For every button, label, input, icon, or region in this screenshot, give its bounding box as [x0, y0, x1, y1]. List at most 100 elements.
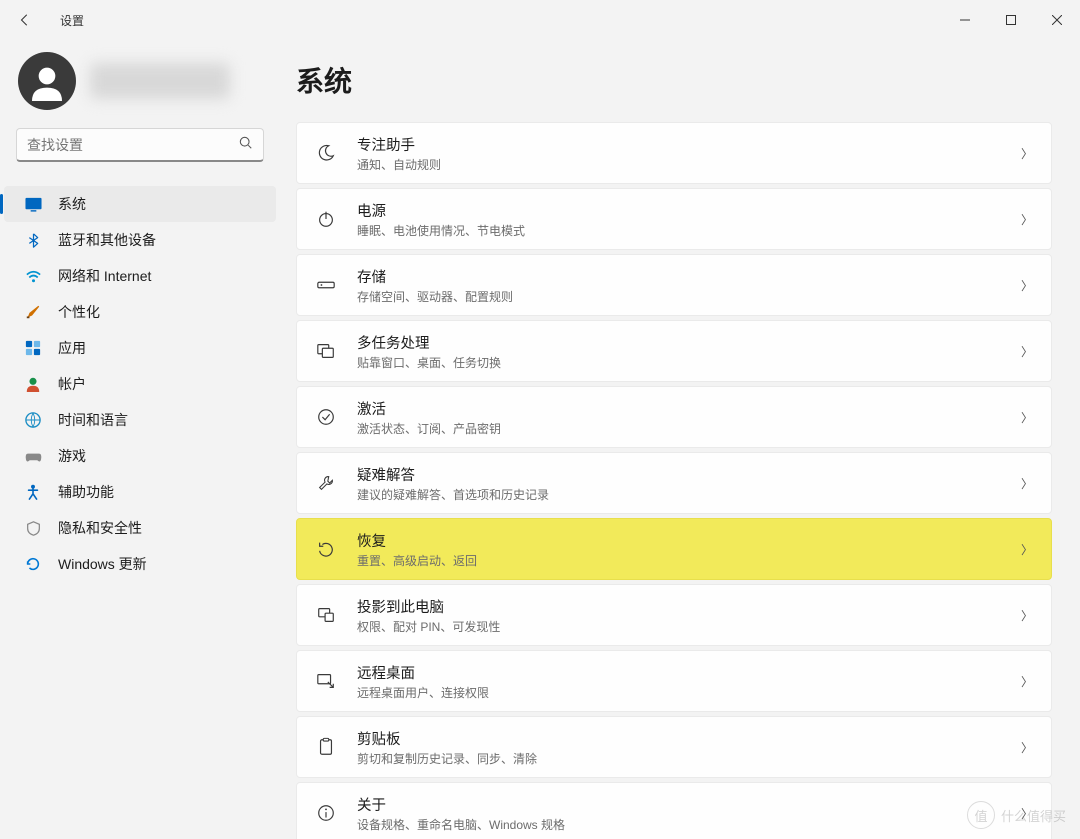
card-title: 存储	[357, 266, 1001, 287]
card-desc: 权限、配对 PIN、可发现性	[357, 618, 1001, 635]
card-title: 激活	[357, 398, 1001, 419]
card-texts: 剪贴板 剪切和复制历史记录、同步、清除	[357, 728, 1001, 767]
card-recovery[interactable]: 恢复 重置、高级启动、返回 〉	[296, 518, 1052, 580]
sidebar-item-apps[interactable]: 应用	[4, 330, 276, 366]
recovery-icon	[315, 538, 337, 560]
chevron-right-icon: 〉	[1021, 475, 1033, 492]
card-desc: 设备规格、重命名电脑、Windows 规格	[357, 816, 1001, 833]
chevron-right-icon: 〉	[1021, 343, 1033, 360]
content: 系统 专注助手 通知、自动规则 〉 电源 睡眠、电池使用情况、节电模式 〉	[280, 40, 1080, 839]
card-clipboard[interactable]: 剪贴板 剪切和复制历史记录、同步、清除 〉	[296, 716, 1052, 778]
card-title: 投影到此电脑	[357, 596, 1001, 617]
chevron-right-icon: 〉	[1021, 541, 1033, 558]
card-desc: 激活状态、订阅、产品密钥	[357, 420, 1001, 437]
card-desc: 建议的疑难解答、首选项和历史记录	[357, 486, 1001, 503]
titlebar-left: 设置	[10, 5, 84, 35]
card-desc: 存储空间、驱动器、配置规则	[357, 288, 1001, 305]
shield-icon	[24, 519, 42, 537]
card-storage[interactable]: 存储 存储空间、驱动器、配置规则 〉	[296, 254, 1052, 316]
card-texts: 远程桌面 远程桌面用户、连接权限	[357, 662, 1001, 701]
watermark-badge: 值	[967, 801, 995, 829]
chevron-right-icon: 〉	[1021, 409, 1033, 426]
sidebar-item-windows-update[interactable]: Windows 更新	[4, 546, 276, 582]
accessibility-icon	[24, 483, 42, 501]
account-header[interactable]	[0, 52, 280, 128]
card-about[interactable]: 关于 设备规格、重命名电脑、Windows 规格 〉	[296, 782, 1052, 839]
chevron-right-icon: 〉	[1021, 145, 1033, 162]
card-desc: 贴靠窗口、桌面、任务切换	[357, 354, 1001, 371]
watermark: 值 什么值得买	[967, 801, 1066, 829]
sidebar: 系统 蓝牙和其他设备 网络和 Internet 个性化	[0, 40, 280, 839]
brush-icon	[24, 303, 42, 321]
card-remote-desktop[interactable]: 远程桌面 远程桌面用户、连接权限 〉	[296, 650, 1052, 712]
sidebar-item-label: 应用	[58, 338, 86, 358]
card-power[interactable]: 电源 睡眠、电池使用情况、节电模式 〉	[296, 188, 1052, 250]
watermark-text: 什么值得买	[1001, 806, 1066, 825]
chevron-right-icon: 〉	[1021, 277, 1033, 294]
card-desc: 睡眠、电池使用情况、节电模式	[357, 222, 1001, 239]
sidebar-item-accessibility[interactable]: 辅助功能	[4, 474, 276, 510]
card-desc: 远程桌面用户、连接权限	[357, 684, 1001, 701]
card-projecting[interactable]: 投影到此电脑 权限、配对 PIN、可发现性 〉	[296, 584, 1052, 646]
card-texts: 疑难解答 建议的疑难解答、首选项和历史记录	[357, 464, 1001, 503]
sidebar-item-label: 系统	[58, 194, 86, 214]
card-focus-assist[interactable]: 专注助手 通知、自动规则 〉	[296, 122, 1052, 184]
sidebar-item-network[interactable]: 网络和 Internet	[4, 258, 276, 294]
minimize-button[interactable]	[942, 1, 988, 39]
sidebar-item-label: 个性化	[58, 302, 100, 322]
card-troubleshoot[interactable]: 疑难解答 建议的疑难解答、首选项和历史记录 〉	[296, 452, 1052, 514]
card-title: 电源	[357, 200, 1001, 221]
sidebar-item-accounts[interactable]: 帐户	[4, 366, 276, 402]
card-desc: 通知、自动规则	[357, 156, 1001, 173]
chevron-right-icon: 〉	[1021, 673, 1033, 690]
card-title: 恢复	[357, 530, 1001, 551]
bluetooth-icon	[24, 231, 42, 249]
card-title: 远程桌面	[357, 662, 1001, 683]
search-icon	[229, 136, 263, 153]
maximize-button[interactable]	[988, 1, 1034, 39]
search-box[interactable]	[16, 128, 264, 162]
chevron-right-icon: 〉	[1021, 211, 1033, 228]
back-button[interactable]	[10, 5, 40, 35]
info-icon	[315, 802, 337, 824]
window-title: 设置	[60, 12, 84, 29]
sidebar-item-privacy[interactable]: 隐私和安全性	[4, 510, 276, 546]
close-button[interactable]	[1034, 1, 1080, 39]
remote-desktop-icon	[315, 670, 337, 692]
wrench-icon	[315, 472, 337, 494]
card-title: 多任务处理	[357, 332, 1001, 353]
system-icon	[24, 195, 42, 213]
search-wrap	[0, 128, 280, 182]
clipboard-icon	[315, 736, 337, 758]
card-texts: 多任务处理 贴靠窗口、桌面、任务切换	[357, 332, 1001, 371]
titlebar: 设置	[0, 0, 1080, 40]
card-texts: 恢复 重置、高级启动、返回	[357, 530, 1001, 569]
card-texts: 激活 激活状态、订阅、产品密钥	[357, 398, 1001, 437]
avatar	[18, 52, 76, 110]
sidebar-item-personalization[interactable]: 个性化	[4, 294, 276, 330]
power-icon	[315, 208, 337, 230]
card-texts: 投影到此电脑 权限、配对 PIN、可发现性	[357, 596, 1001, 635]
card-title: 关于	[357, 794, 1001, 815]
search-input[interactable]	[17, 137, 229, 153]
card-multitasking[interactable]: 多任务处理 贴靠窗口、桌面、任务切换 〉	[296, 320, 1052, 382]
sidebar-item-label: 辅助功能	[58, 482, 114, 502]
sidebar-item-system[interactable]: 系统	[4, 186, 276, 222]
sidebar-item-time-language[interactable]: 时间和语言	[4, 402, 276, 438]
page-title: 系统	[296, 60, 1052, 100]
sidebar-item-label: 帐户	[58, 374, 86, 394]
sidebar-item-gaming[interactable]: 游戏	[4, 438, 276, 474]
username-blurred	[90, 63, 230, 99]
card-texts: 电源 睡眠、电池使用情况、节电模式	[357, 200, 1001, 239]
check-circle-icon	[315, 406, 337, 428]
card-activation[interactable]: 激活 激活状态、订阅、产品密钥 〉	[296, 386, 1052, 448]
moon-icon	[315, 142, 337, 164]
sidebar-item-bluetooth[interactable]: 蓝牙和其他设备	[4, 222, 276, 258]
chevron-right-icon: 〉	[1021, 739, 1033, 756]
sidebar-item-label: 游戏	[58, 446, 86, 466]
card-desc: 剪切和复制历史记录、同步、清除	[357, 750, 1001, 767]
project-icon	[315, 604, 337, 626]
storage-icon	[315, 274, 337, 296]
card-title: 专注助手	[357, 134, 1001, 155]
sidebar-item-label: Windows 更新	[58, 554, 147, 574]
